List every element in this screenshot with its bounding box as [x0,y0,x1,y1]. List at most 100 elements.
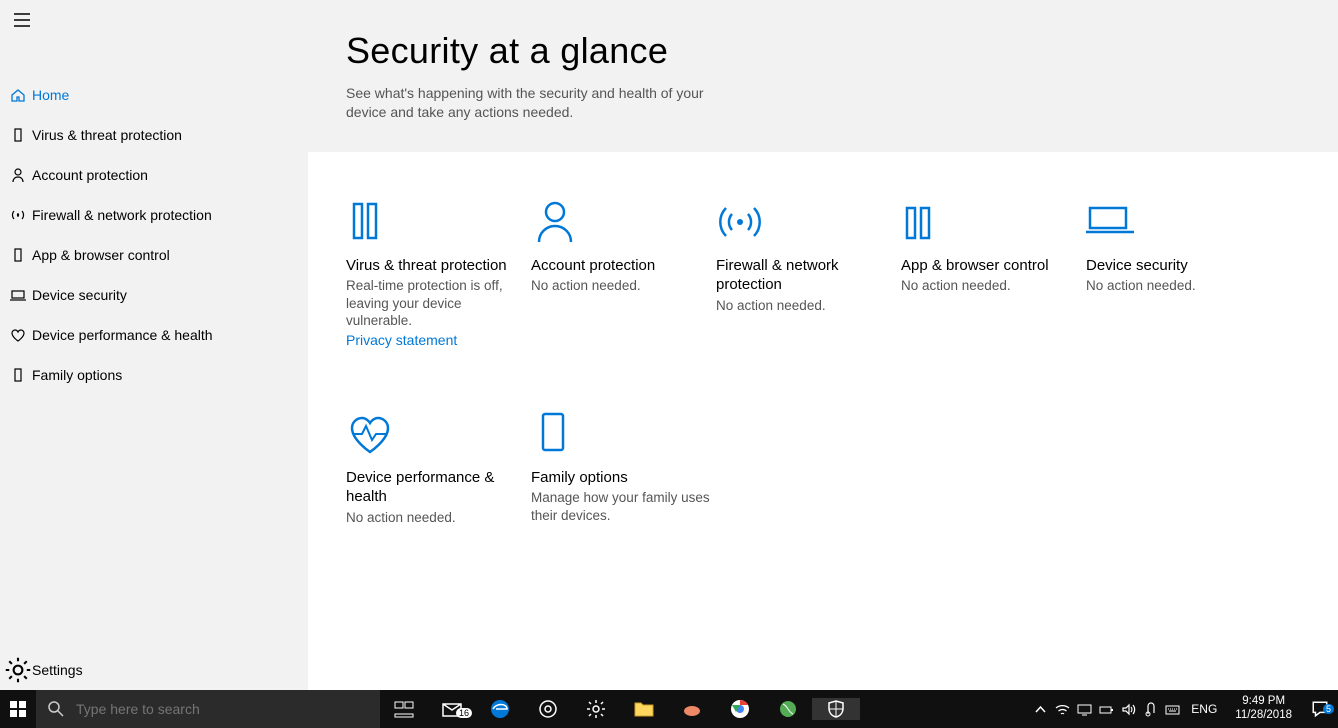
sidebar-item-family-options[interactable]: Family options [0,355,308,395]
globe-icon [777,698,799,720]
app-icon [901,192,1086,246]
taskbar: 16 ENG 9:49 PM 11/28/2018 5 [0,690,1338,728]
battery-icon [1099,702,1114,717]
sidebar-item-device-performance[interactable]: Device performance & health [0,315,308,355]
antenna-icon [716,192,901,246]
card-virus-threat[interactable]: Virus & threat protection Real-time prot… [346,192,531,348]
tray-app[interactable] [1139,702,1161,717]
taskbar-settings[interactable] [572,698,620,720]
taskbar-mail[interactable]: 16 [428,698,476,720]
family-icon [531,404,716,458]
sidebar-item-label: Firewall & network protection [32,207,212,223]
app-icon [4,247,32,263]
person-icon [4,167,32,183]
sidebar-item-account-protection[interactable]: Account protection [0,155,308,195]
card-device-performance[interactable]: Device performance & health No action ne… [346,404,531,527]
hamburger-button[interactable] [0,0,308,45]
shield-icon [4,127,32,143]
tray-monitor[interactable] [1073,702,1095,717]
taskbar-file-explorer[interactable] [620,698,668,720]
card-title: Device performance & health [346,468,531,507]
gear-icon [585,698,607,720]
card-device-security[interactable]: Device security No action needed. [1086,192,1271,348]
shield-icon [346,192,531,246]
device-icon [4,287,32,303]
sidebar-item-firewall[interactable]: Firewall & network protection [0,195,308,235]
card-family-options[interactable]: Family options Manage how your family us… [531,404,716,527]
nav-list: Home Virus & threat protection Account p… [0,45,308,650]
task-view-icon [393,698,415,720]
task-view-button[interactable] [380,698,428,720]
card-desc: Manage how your family uses their device… [531,489,716,524]
sidebar-item-settings[interactable]: Settings [0,650,308,690]
person-icon [531,192,716,246]
start-button[interactable] [0,690,36,728]
sidebar-item-label: App & browser control [32,247,170,263]
chevron-up-icon [1033,702,1048,717]
tray-keyboard[interactable] [1161,702,1183,717]
taskbar-defender[interactable] [812,698,860,720]
antenna-icon [4,207,32,223]
sidebar-item-label: Home [32,87,69,103]
clock-date: 11/28/2018 [1235,709,1292,723]
taskbar-app-1[interactable] [524,698,572,720]
action-center-button[interactable]: 5 [1302,700,1338,718]
card-desc: Real-time protection is off, leaving you… [346,277,531,330]
cloud-icon [681,698,703,720]
tray-volume[interactable] [1117,702,1139,717]
sidebar-item-label: Device security [32,287,127,303]
sidebar-item-label: Virus & threat protection [32,127,182,143]
main-content: Security at a glance See what's happenin… [308,0,1338,690]
folder-icon [633,698,655,720]
monitor-icon [1077,702,1092,717]
card-title: Virus & threat protection [346,256,531,276]
tray-language[interactable]: ENG [1183,702,1225,716]
family-icon [4,367,32,383]
search-box[interactable] [36,690,380,728]
defender-icon [825,698,847,720]
tray-clock[interactable]: 9:49 PM 11/28/2018 [1225,695,1302,723]
mail-badge: 16 [456,708,472,718]
card-firewall[interactable]: Firewall & network protection No action … [716,192,901,348]
hamburger-icon [14,12,30,28]
card-app-browser[interactable]: App & browser control No action needed. [901,192,1086,348]
taskbar-app-3[interactable] [764,698,812,720]
sidebar-item-virus-threat[interactable]: Virus & threat protection [0,115,308,155]
card-title: Account protection [531,256,716,276]
card-title: Firewall & network protection [716,256,901,295]
clock-time: 9:49 PM [1235,695,1292,709]
sidebar-item-device-security[interactable]: Device security [0,275,308,315]
taskbar-edge[interactable] [476,698,524,720]
privacy-statement-link[interactable]: Privacy statement [346,332,531,348]
sidebar: Home Virus & threat protection Account p… [0,0,308,690]
circle-icon [537,698,559,720]
heart-icon [4,327,32,343]
note-icon [1143,702,1158,717]
sidebar-item-app-browser[interactable]: App & browser control [0,235,308,275]
sidebar-item-label: Family options [32,367,122,383]
sidebar-item-label: Device performance & health [32,327,213,343]
tray-chevron[interactable] [1029,702,1051,717]
page-subtitle: See what's happening with the security a… [346,84,726,122]
card-account-protection[interactable]: Account protection No action needed. [531,192,716,348]
action-center-badge: 5 [1323,704,1334,714]
sidebar-item-home[interactable]: Home [0,75,308,115]
keyboard-icon [1165,702,1180,717]
windows-icon [10,701,26,717]
taskbar-chrome[interactable] [716,698,764,720]
heart-icon [346,404,531,458]
card-desc: No action needed. [716,297,901,315]
tray-battery[interactable] [1095,702,1117,717]
wifi-icon [1055,702,1070,717]
tray-wifi[interactable] [1051,702,1073,717]
taskbar-app-2[interactable] [668,698,716,720]
card-title: App & browser control [901,256,1086,276]
card-desc: No action needed. [1086,277,1271,295]
device-icon [1086,192,1271,246]
card-title: Device security [1086,256,1271,276]
home-icon [4,87,32,103]
search-input[interactable] [76,701,368,717]
sidebar-item-label: Account protection [32,167,148,183]
card-desc: No action needed. [346,509,531,527]
card-desc: No action needed. [531,277,716,295]
